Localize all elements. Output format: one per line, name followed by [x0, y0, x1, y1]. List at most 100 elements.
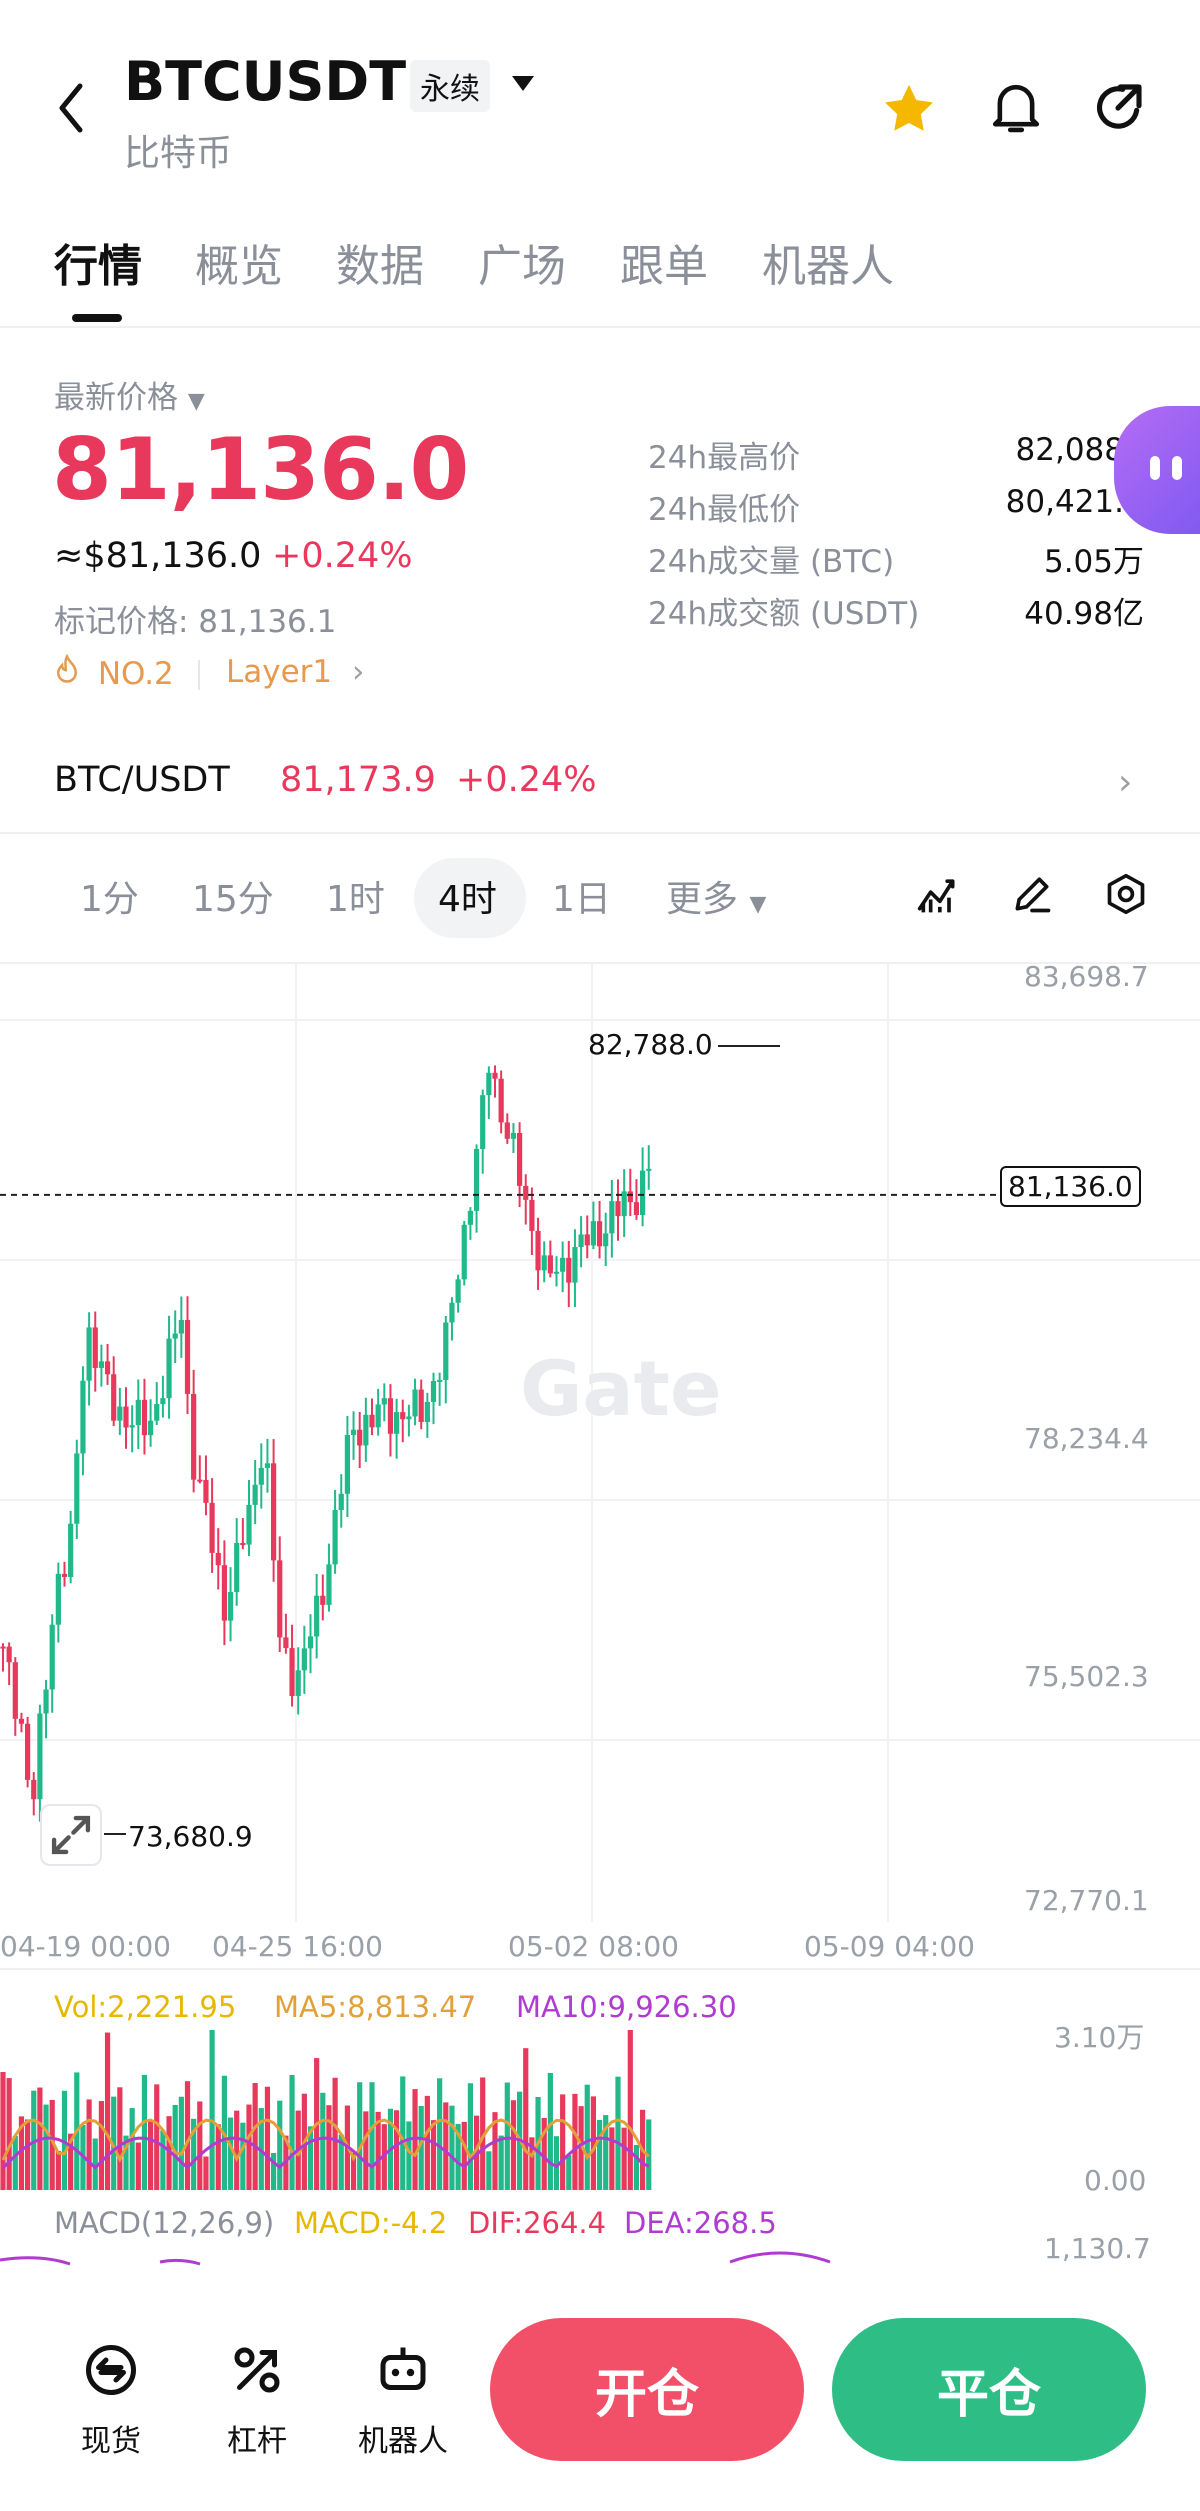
- tf-15m[interactable]: 15分: [192, 870, 274, 922]
- low-24h-value: 80,421.: [1005, 484, 1124, 520]
- layer-tag[interactable]: Layer1 ›: [226, 654, 364, 690]
- volume-chart[interactable]: [0, 2020, 1200, 2190]
- back-icon[interactable]: [52, 78, 92, 138]
- candle: [80, 1366, 86, 1476]
- indicator-icon[interactable]: [916, 872, 960, 920]
- tf-1d[interactable]: 1日: [552, 870, 611, 922]
- volume-bar: [486, 2151, 492, 2190]
- candle: [117, 1387, 123, 1436]
- volume-bar: [584, 2084, 590, 2190]
- candle: [178, 1296, 184, 1358]
- candle: [640, 1147, 646, 1227]
- candle: [234, 1518, 240, 1606]
- candle: [572, 1229, 578, 1308]
- volume-bar: [160, 2130, 166, 2190]
- volume-bar: [615, 2076, 621, 2190]
- volume-bar: [424, 2095, 430, 2190]
- volume-bar: [357, 2082, 363, 2190]
- volume-bar: [609, 2127, 615, 2190]
- candle: [609, 1179, 615, 1258]
- settings-icon[interactable]: [1104, 872, 1148, 920]
- candle: [271, 1439, 277, 1582]
- tab-copy-trade[interactable]: 跟单: [620, 230, 708, 294]
- volume-bar: [98, 2101, 104, 2190]
- assistant-bot-icon[interactable]: [1114, 406, 1200, 534]
- volume-bar: [117, 2087, 123, 2190]
- candle: [541, 1241, 547, 1283]
- spot-tab[interactable]: 现货: [46, 2340, 176, 2460]
- x-label-2: 04-25 16:00: [212, 1930, 383, 1963]
- star-icon[interactable]: [880, 80, 938, 142]
- ma10-legend: MA10:9,926.30: [516, 1990, 737, 2024]
- volume-bar: [209, 2025, 215, 2190]
- candle: [369, 1398, 375, 1436]
- volume-bar: [504, 2082, 510, 2190]
- tab-market[interactable]: 行情: [54, 230, 142, 294]
- bot-tab[interactable]: 机器人: [338, 2340, 468, 2460]
- candle: [86, 1312, 92, 1406]
- candle: [418, 1379, 424, 1430]
- candle: [264, 1438, 271, 1493]
- candle: [332, 1489, 338, 1574]
- contract-type-badge[interactable]: 永续: [410, 60, 490, 112]
- candle: [12, 1657, 18, 1736]
- volume-bar: [596, 2119, 603, 2190]
- draw-icon[interactable]: [1010, 872, 1054, 920]
- candle: [584, 1215, 590, 1259]
- expand-icon[interactable]: [40, 1804, 102, 1866]
- volume-bar: [55, 2150, 61, 2190]
- rank-badge[interactable]: NO.2: [54, 653, 174, 692]
- macd-chart[interactable]: [0, 2240, 1200, 2270]
- open-position-button[interactable]: 开仓: [490, 2318, 804, 2461]
- candle: [31, 1772, 37, 1816]
- last-price-label[interactable]: 最新价格 ▼: [54, 372, 205, 417]
- tabs-divider: [0, 326, 1200, 328]
- candle: [98, 1344, 104, 1387]
- symbol-title[interactable]: BTCUSDT: [124, 50, 406, 113]
- candle: [498, 1070, 504, 1134]
- volume-bar: [271, 2152, 277, 2190]
- chevron-right-icon[interactable]: ›: [1118, 762, 1132, 803]
- candle: [55, 1562, 61, 1643]
- tab-square[interactable]: 广场: [478, 230, 566, 294]
- tf-1h[interactable]: 1时: [326, 870, 385, 922]
- close-position-button[interactable]: 平仓: [832, 2318, 1146, 2461]
- volume-bar: [326, 2105, 332, 2190]
- volume-bar: [12, 2135, 18, 2190]
- volume-bar: [203, 2156, 209, 2190]
- bell-icon[interactable]: [988, 78, 1044, 142]
- candle: [387, 1384, 394, 1457]
- candle: [141, 1378, 148, 1455]
- tf-more[interactable]: 更多 ▼: [666, 870, 766, 922]
- volume-bar: [215, 2124, 221, 2190]
- volume-bar: [621, 2127, 627, 2190]
- candlestick-chart[interactable]: [0, 962, 1200, 1922]
- volume-bar: [6, 2078, 12, 2190]
- share-icon[interactable]: [1090, 80, 1146, 140]
- volume-bar: [498, 2135, 504, 2190]
- chart-watermark: Gate: [520, 1344, 722, 1433]
- current-price-label: 81,136.0: [1000, 1166, 1141, 1207]
- candle: [394, 1398, 400, 1459]
- candle: [61, 1561, 68, 1587]
- tab-overview[interactable]: 概览: [195, 230, 283, 294]
- tf-1m[interactable]: 1分: [80, 870, 139, 922]
- candle: [363, 1397, 369, 1462]
- tab-bot[interactable]: 机器人: [762, 230, 894, 294]
- active-tab-indicator: [72, 314, 122, 322]
- high-24h-value: 82,088: [1015, 432, 1124, 468]
- spot-pair[interactable]: BTC/USDT: [54, 760, 230, 800]
- leverage-tab[interactable]: 杠杆: [192, 2340, 322, 2460]
- last-price: 81,136.0: [52, 420, 469, 520]
- robot-icon: [373, 2347, 433, 2404]
- volume-bar: [467, 2083, 473, 2190]
- dropdown-icon[interactable]: [510, 74, 536, 98]
- tab-data[interactable]: 数据: [336, 230, 424, 294]
- volume-bar: [289, 2074, 295, 2190]
- volume-24h-label: 24h成交量 (BTC): [648, 544, 895, 580]
- tf-4h[interactable]: 4时: [438, 870, 497, 922]
- dea-value: DEA:268.5: [624, 2206, 777, 2240]
- volume-bar: [43, 2104, 49, 2190]
- candle: [0, 1643, 6, 1672]
- candle: [92, 1311, 98, 1392]
